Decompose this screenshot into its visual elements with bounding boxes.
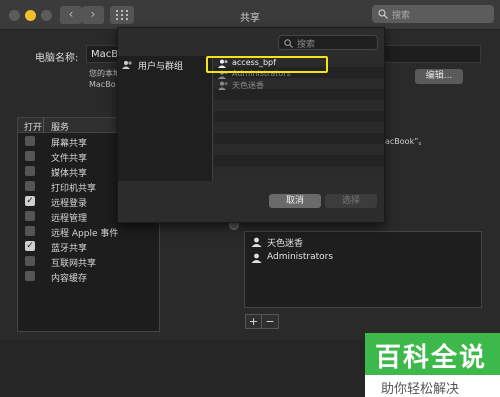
column-divider	[43, 118, 44, 133]
user-icon	[218, 81, 228, 90]
allowed-user-name: Administrators	[267, 252, 334, 262]
list-stripe	[214, 111, 384, 122]
allowed-user-row[interactable]: Administrators	[245, 250, 481, 266]
edit-button[interactable]: 编辑...	[415, 69, 463, 84]
sheet-user-list[interactable]: access_bpf Administrators 天色迷香	[214, 56, 384, 181]
highlight-box	[206, 56, 328, 73]
list-stripe	[214, 100, 384, 111]
watermark-subtitle: 助你轻松解决	[381, 382, 460, 397]
search-field[interactable]: 搜索	[372, 5, 494, 23]
column-service: 服务	[51, 123, 70, 133]
list-stripe	[214, 166, 384, 177]
sheet-user-row[interactable]: 天色迷香	[214, 80, 384, 91]
computer-name-hint-2: MacBo	[89, 80, 116, 89]
checkbox[interactable]	[25, 271, 35, 281]
search-icon	[284, 39, 293, 48]
user-icon	[251, 237, 262, 247]
service-label: 打印机共享	[51, 184, 97, 194]
service-label: 蓝牙共享	[51, 244, 88, 254]
service-label: 文件共享	[51, 154, 88, 164]
service-label: 互联网共享	[51, 259, 97, 269]
service-label: 内容缓存	[51, 274, 88, 284]
sheet-user-name: 天色迷香	[232, 81, 264, 90]
add-user-button[interactable]: +	[246, 315, 262, 328]
sheet-source-list: 用户与群组	[118, 56, 213, 181]
sheet-search-placeholder: 搜索	[297, 40, 316, 50]
select-button[interactable]: 选择	[325, 194, 377, 208]
column-on: 打开	[24, 123, 43, 133]
list-stripe	[214, 144, 384, 155]
users-group-icon	[122, 61, 132, 69]
checkbox[interactable]	[25, 211, 35, 221]
sheet-search-field[interactable]: 搜索	[278, 35, 378, 50]
source-item-label: 用户与群组	[138, 62, 184, 72]
allowed-user-row[interactable]: 天色迷香	[245, 234, 481, 250]
service-label: 屏幕共享	[51, 139, 88, 149]
checked-checkbox[interactable]: ✓	[25, 241, 35, 251]
service-row[interactable]: 远程 Apple 事件	[18, 224, 159, 239]
watermark-banner: 百科全说	[365, 333, 500, 375]
service-label: 媒体共享	[51, 169, 88, 179]
computer-name-value: MacB	[91, 49, 119, 60]
checkbox[interactable]	[25, 136, 35, 146]
service-label: 远程登录	[51, 199, 88, 209]
service-row[interactable]: ✓ 蓝牙共享	[18, 239, 159, 254]
allowed-users-list[interactable]: 天色迷香 Administrators	[244, 231, 482, 308]
allowed-user-name: 天色迷香	[267, 239, 304, 249]
title-bar: ‹ › 共享 搜索	[0, 0, 500, 30]
service-label: 远程 Apple 事件	[51, 229, 119, 239]
checkbox[interactable]	[25, 166, 35, 176]
computer-name-label: 电脑名称:	[35, 53, 79, 64]
checkbox[interactable]	[25, 151, 35, 161]
list-stripe	[214, 122, 384, 133]
remove-user-button[interactable]: −	[262, 315, 278, 328]
list-stripe	[214, 133, 384, 144]
checkbox[interactable]	[25, 256, 35, 266]
cancel-button[interactable]: 取消	[269, 194, 321, 208]
checkbox[interactable]	[25, 181, 35, 191]
search-placeholder: 搜索	[392, 11, 411, 21]
service-description: acBook”。	[385, 137, 427, 146]
watermark-subtitle-bar: 助你轻松解决	[365, 375, 500, 397]
checkbox[interactable]	[25, 226, 35, 236]
search-icon	[378, 9, 388, 19]
user-icon	[251, 253, 262, 263]
watermark-title: 百科全说	[375, 343, 488, 373]
service-row[interactable]: 互联网共享	[18, 254, 159, 269]
add-remove-controls: + −	[245, 314, 279, 329]
watermark: 百科全说 助你轻松解决	[365, 333, 500, 397]
service-row[interactable]: 内容缓存	[18, 269, 159, 284]
checked-checkbox[interactable]: ✓	[25, 196, 35, 206]
source-item-users-groups[interactable]: 用户与群组	[118, 58, 212, 72]
service-label: 远程管理	[51, 214, 88, 224]
list-stripe	[214, 155, 384, 166]
